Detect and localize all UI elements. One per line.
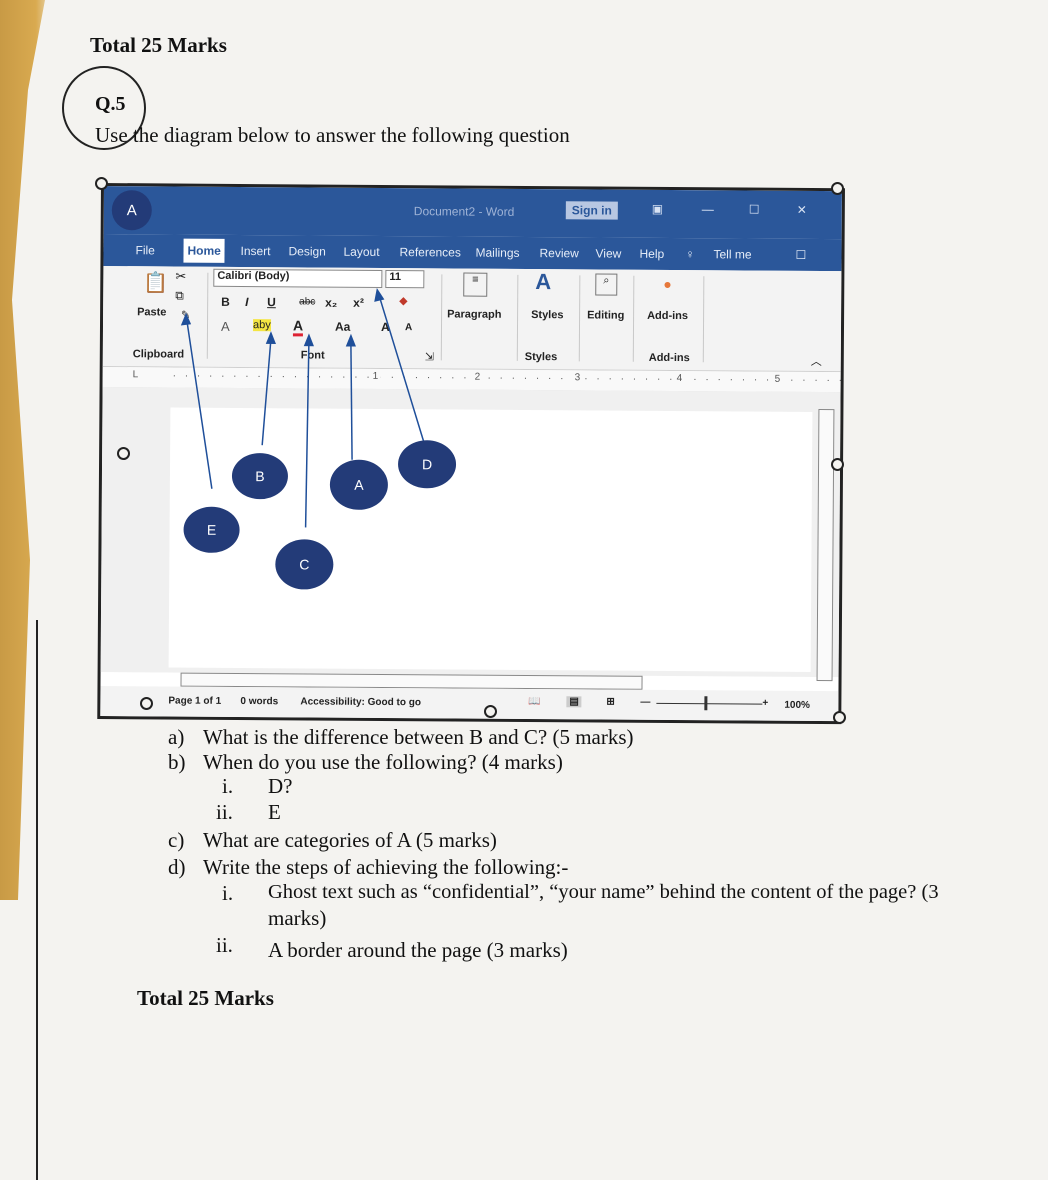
resize-handle bbox=[95, 177, 108, 190]
question-c-text: What are categories of A (5 marks) bbox=[203, 828, 497, 852]
total-marks-top: Total 25 Marks bbox=[90, 33, 227, 57]
callout-e: E bbox=[183, 506, 240, 553]
resize-handle bbox=[831, 458, 844, 471]
arrow-a bbox=[350, 342, 353, 460]
question-a-text: What is the difference between B and C? … bbox=[203, 725, 634, 749]
callout-d: D bbox=[397, 440, 457, 489]
question-b-i-label: i. bbox=[222, 774, 234, 798]
callout-b: B bbox=[231, 452, 289, 500]
resize-handle bbox=[484, 705, 497, 718]
question-b-ii-text: E bbox=[268, 800, 281, 824]
question-d-ii-label: ii. bbox=[216, 933, 233, 957]
resize-handle bbox=[833, 711, 846, 724]
question-d-i-text: Ghost text such as “confidential”, “your… bbox=[268, 881, 939, 903]
callout-a: A bbox=[329, 459, 389, 511]
question-b-text: When do you use the following? (4 marks) bbox=[203, 750, 563, 774]
question-c-label: c) bbox=[168, 828, 185, 852]
question-number: Q.5 bbox=[95, 93, 126, 115]
total-marks-bottom: Total 25 Marks bbox=[137, 986, 274, 1010]
paper-edge bbox=[36, 620, 44, 1180]
word-screenshot: A Document2 - Word Sign in ▣ — ☐ ✕ File … bbox=[97, 183, 845, 725]
resize-handle bbox=[117, 447, 130, 460]
arrow-b bbox=[261, 339, 272, 446]
callout-arrows bbox=[180, 287, 425, 528]
arrow-d bbox=[378, 295, 425, 444]
question-d-ii-text: A border around the page (3 marks) bbox=[268, 938, 568, 962]
question-b-label: b) bbox=[168, 750, 186, 774]
resize-handle bbox=[140, 697, 153, 710]
callout-c: C bbox=[275, 539, 334, 590]
arrow-c bbox=[304, 342, 310, 528]
question-d-i-label: i. bbox=[222, 881, 234, 905]
question-instruction: Use the diagram below to answer the foll… bbox=[95, 123, 570, 147]
arrow-e bbox=[186, 321, 213, 489]
question-d-text: Write the steps of achieving the followi… bbox=[203, 855, 569, 879]
desk-background bbox=[0, 0, 45, 900]
question-b-ii-label: ii. bbox=[216, 800, 233, 824]
question-d-label: d) bbox=[168, 855, 186, 879]
question-d-i-text-cont: marks) bbox=[268, 906, 327, 930]
question-b-i-text: D? bbox=[268, 774, 293, 798]
resize-handle bbox=[831, 182, 844, 195]
question-a-label: a) bbox=[168, 725, 185, 749]
